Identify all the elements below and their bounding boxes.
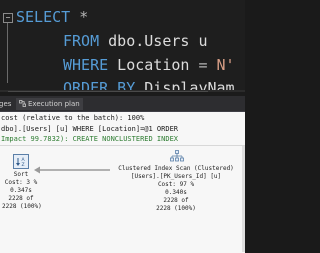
execution-plan-pane[interactable]: cost (relative to the batch): 100% dbo].… [0,112,245,253]
query-text: dbo].[Users] [u] WHERE [Location]=@1 ORD… [1,125,179,133]
missing-index-hint[interactable]: Impact 99.7832): CREATE NONCLUSTERED IND… [1,135,178,144]
editor-horizontal-scrollbar[interactable] [0,90,245,92]
execution-plan-icon [19,100,26,107]
code-text: Location [108,56,199,74]
tab-label: Execution plan [28,100,80,108]
keyword: SELECT [16,8,71,26]
plan-vertical-scrollbar[interactable] [242,146,245,252]
operator-estimate: 2228 (100%) [2,203,42,210]
code-line-where[interactable]: WHERE Location = N' [63,56,235,74]
code-line-select[interactable]: SELECT * [16,8,88,26]
query-editor[interactable]: − SELECT * FROM dbo.Users u WHERE Locati… [0,0,245,92]
sort-operator-icon: A Z [13,154,29,169]
divider [0,145,245,146]
clustered-index-scan-operator[interactable]: Clustered Index Scan (Clustered) [Users]… [96,150,245,213]
query-cost-text: cost (relative to the batch): 100% [1,114,145,122]
code-text: * [70,8,89,26]
code-line-from[interactable]: FROM dbo.Users u [63,32,208,50]
tab-messages[interactable]: ges [0,98,14,110]
operator-rows: 2228 of [163,197,189,204]
operator-title: Clustered Index Scan (Clustered) [118,165,234,172]
code-text: dbo.Users u [99,32,208,50]
operator-rows: 2228 of [8,195,34,202]
tab-execution-plan[interactable]: Execution plan [16,98,83,110]
operator-time: 0.347s [10,187,32,194]
fold-guide [7,23,8,83]
keyword: WHERE [63,56,109,74]
operator-time: 0.340s [165,189,187,196]
keyword: FROM [63,32,100,50]
operator-cost: Cost: 3 % [4,179,38,186]
scrollbar-thumb[interactable] [8,91,208,92]
operator-cost: Cost: 97 % [157,181,195,188]
collapse-icon[interactable]: − [3,13,13,23]
operator-title: Sort [13,171,29,178]
operator-object: [Users].[PK_Users_Id] [u] [130,173,222,180]
string-literal: N' [207,56,235,74]
ssms-window: − SELECT * FROM dbo.Users u WHERE Locati… [0,0,245,253]
operator: = [198,56,208,74]
svg-text:Z: Z [22,162,25,168]
clustered-index-scan-icon [169,150,184,162]
operator-estimate: 2228 (100%) [156,205,196,212]
result-tabs: ges Execution plan [0,96,245,112]
sort-operator[interactable]: A Z Sort Cost: 3 % 0.347s 2228 of 2228 (… [2,154,42,211]
